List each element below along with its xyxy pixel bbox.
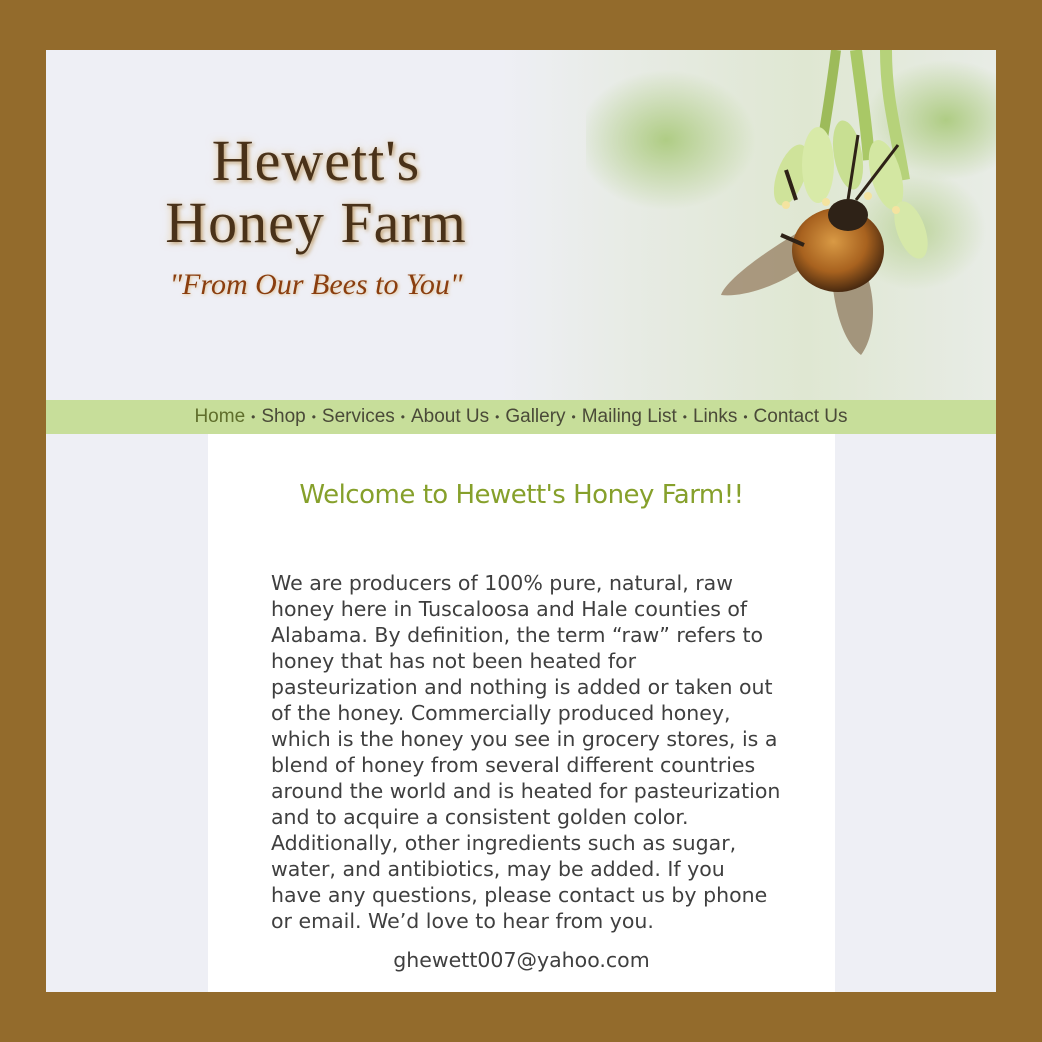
nav-shop[interactable]: Shop [261,406,305,428]
brand-name-line2: Honey Farm [165,190,467,255]
main-nav: Home • Shop • Services • About Us • Gall… [46,400,996,434]
site-logo[interactable]: Hewett's Honey Farm "From Our Bees to Yo… [106,130,526,302]
nav-mailing-list[interactable]: Mailing List [582,406,677,428]
nav-separator: • [495,410,500,424]
main-content: Welcome to Hewett's Honey Farm!! We are … [208,434,835,992]
browser-viewport: Hewett's Honey Farm "From Our Bees to Yo… [46,50,996,992]
nav-gallery[interactable]: Gallery [505,406,565,428]
nav-separator: • [251,410,256,424]
bee-on-flower-photo [586,50,996,355]
page-title: Welcome to Hewett's Honey Farm!! [299,480,744,510]
nav-separator: • [571,410,576,424]
brand-name-line1: Hewett's [211,128,421,193]
nav-separator: • [682,410,687,424]
brand-slogan: "From Our Bees to You" [169,268,463,301]
site-header: Hewett's Honey Farm "From Our Bees to Yo… [46,50,996,400]
nav-separator: • [400,410,405,424]
contact-email-link[interactable]: ghewett007@yahoo.com [208,948,835,972]
intro-paragraph: We are producers of 100% pure, natural, … [271,571,781,933]
nav-about-us[interactable]: About Us [411,406,489,428]
nav-services[interactable]: Services [322,406,395,428]
nav-contact-us[interactable]: Contact Us [754,406,848,428]
nav-separator: • [743,410,748,424]
nav-separator: • [311,410,316,424]
nav-links[interactable]: Links [693,406,737,428]
nav-home[interactable]: Home [194,406,245,428]
